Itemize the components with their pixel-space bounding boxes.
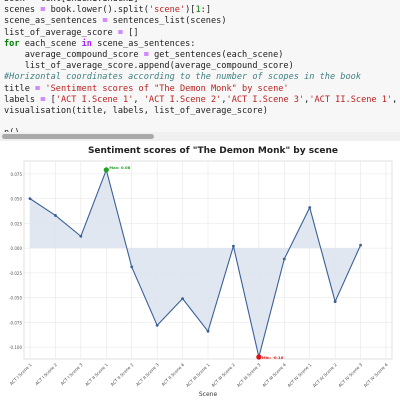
scrollbar-thumb[interactable] [2, 134, 154, 139]
code-token: scene_as_sentences: [91, 38, 196, 49]
data-point [333, 300, 337, 303]
x-tick-label: ACT III Scene 1 [185, 362, 211, 388]
code-token: :] [200, 5, 212, 16]
x-tick-label: ACT II Scene 4 [160, 362, 185, 387]
code-token: get_sentences(each_scene) [148, 50, 284, 61]
x-axis-label: Scene [199, 391, 218, 398]
code-token: each_scene [19, 38, 82, 49]
y-tick-label: 0.075 [11, 172, 23, 177]
code-token: visualisation(title, labels, list_of_ave… [4, 106, 268, 117]
code-token: book [4, 0, 30, 4]
code-token: average_compound_score [4, 50, 144, 61]
x-tick-label: ACT II Scene 2 [110, 362, 135, 387]
y-tick-label: -0.100 [9, 345, 22, 350]
x-tick-label: ACT IV Scene 2 [312, 362, 338, 388]
data-point [256, 354, 262, 360]
data-point [79, 234, 83, 238]
min-annotation: Min: -0.10 [262, 355, 284, 360]
x-tick-label: ACT II Scene 3 [135, 362, 160, 387]
code-token: title [4, 83, 36, 94]
output-chart: Sentiment scores of "The Demon Monk" by … [0, 141, 400, 400]
x-tick-label: ACT I Scene 1 [9, 362, 33, 386]
code-editor[interactable]: book = text[index1:index2] scenes = book… [0, 0, 400, 132]
x-tick-label: ACT III Scene 4 [261, 362, 287, 388]
y-tick-label: 0.025 [11, 221, 23, 226]
code-token: scenes [4, 5, 41, 16]
data-point [359, 243, 362, 247]
code-token: sentences_list(scenes) [107, 16, 227, 27]
x-tick-label: ACT I Scene 3 [60, 362, 84, 386]
code-token: , [133, 94, 144, 105]
data-point [54, 214, 57, 217]
y-tick-label: -0.025 [9, 271, 22, 276]
data-point [155, 323, 159, 327]
code-token: , [392, 94, 398, 105]
code-token: 'ACT I.Scene 2' [143, 94, 222, 105]
sentiment-line-chart: Sentiment scores of "The Demon Monk" by … [9, 146, 393, 398]
code-token: 'scene' [148, 5, 186, 16]
y-tick-label: 0.050 [11, 197, 23, 202]
code-token: book.lower().split( [45, 5, 149, 16]
x-tick-label: ACT III Scene 2 [210, 362, 236, 388]
x-tick-label: ACT IV Scene 3 [337, 362, 363, 388]
data-point [181, 297, 184, 301]
y-tick-label: -0.050 [9, 296, 22, 301]
code-token: 'ACT I.Scene 1' [55, 94, 134, 105]
data-point [282, 257, 286, 261]
x-tick-label: ACT I Scene 2 [34, 362, 58, 386]
code-token: list_of_average_score.append(average_com… [4, 61, 294, 72]
horizontal-scrollbar[interactable] [0, 132, 400, 141]
code-token: #Horizontal coordinates according to the… [4, 72, 361, 83]
code-token: scene_as_sentences [4, 16, 103, 27]
code-token: )[ [185, 5, 196, 16]
code-token: [ [45, 94, 56, 105]
data-point [308, 206, 312, 209]
data-point [103, 167, 109, 173]
data-point [28, 197, 32, 201]
code-token: 'Sentiment scores of "The Demon Monk" by… [45, 83, 289, 94]
code-token: [] [123, 27, 139, 38]
max-annotation: Max: 0.08 [109, 165, 130, 170]
code-token: list_of_average_score [4, 27, 118, 38]
x-tick-label: ACT II Scene 1 [84, 362, 109, 387]
code-cell[interactable]: book = text[index1:index2] scenes = book… [0, 0, 400, 132]
area-fill [30, 169, 361, 358]
x-tick-label: ACT IV Scene 4 [363, 362, 389, 388]
code-token: in [81, 38, 92, 49]
code-token: text[index1:index2] [35, 0, 138, 4]
code-token: for [4, 38, 20, 49]
x-tick-label: ACT III Scene 3 [236, 362, 262, 388]
chart-title: Sentiment scores of "The Demon Monk" by … [88, 146, 338, 156]
x-tick-label: ACT IV Scene 1 [286, 362, 312, 388]
y-tick-label: 0.000 [11, 246, 23, 251]
code-token: 'ACT I.Scene 3' [226, 94, 305, 105]
data-point [206, 329, 210, 333]
data-point [232, 244, 235, 248]
code-token: labels [4, 94, 41, 105]
y-tick-label: -0.075 [9, 320, 22, 325]
code-token: 'ACT II.Scene 1' [309, 94, 393, 105]
data-point [130, 265, 134, 269]
